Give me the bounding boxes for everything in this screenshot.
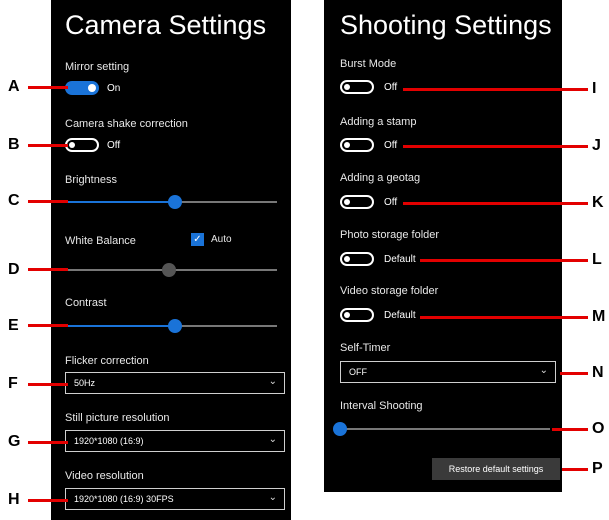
shooting-settings-panel: Shooting Settings Burst Mode Off Adding … bbox=[324, 0, 562, 492]
callout-line-c bbox=[28, 200, 68, 203]
chevron-down-icon: ⌄ bbox=[268, 492, 277, 503]
flicker-correction-dropdown[interactable]: 50Hz ⌄ bbox=[65, 372, 285, 394]
callout-letter-l: L bbox=[592, 251, 602, 268]
toggle-knob bbox=[69, 142, 75, 148]
contrast-slider-thumb[interactable] bbox=[168, 319, 183, 333]
callout-line-p bbox=[562, 468, 588, 471]
brightness-slider[interactable] bbox=[65, 195, 277, 209]
callout-letter-m: M bbox=[592, 308, 606, 325]
callout-letter-d: D bbox=[8, 261, 20, 278]
restore-default-settings-button[interactable]: Restore default settings bbox=[432, 458, 560, 480]
burst-mode-state: Off bbox=[384, 82, 398, 93]
video-resolution-label: Video resolution bbox=[65, 470, 144, 482]
callout-letter-i: I bbox=[592, 80, 597, 97]
self-timer-dropdown[interactable]: OFF ⌄ bbox=[340, 361, 556, 383]
chevron-down-icon: ⌄ bbox=[268, 434, 277, 445]
callout-line-m bbox=[420, 316, 588, 319]
chevron-down-icon: ⌄ bbox=[539, 365, 548, 376]
mirror-setting-toggle[interactable] bbox=[65, 81, 99, 95]
callout-line-b bbox=[28, 144, 68, 147]
camera-shake-state: Off bbox=[107, 140, 121, 151]
callout-letter-c: C bbox=[8, 192, 20, 209]
video-storage-folder-state: Default bbox=[384, 310, 416, 321]
checkmark-icon: ✓ bbox=[193, 234, 202, 245]
brightness-label: Brightness bbox=[65, 174, 117, 186]
callout-letter-k: K bbox=[592, 194, 604, 211]
callout-line-a bbox=[28, 86, 68, 89]
video-storage-folder-label: Video storage folder bbox=[340, 285, 439, 297]
callout-line-e bbox=[28, 324, 68, 327]
callout-line-f bbox=[28, 383, 68, 386]
callout-letter-n: N bbox=[592, 364, 604, 381]
still-resolution-label: Still picture resolution bbox=[65, 412, 170, 424]
interval-shooting-label: Interval Shooting bbox=[340, 400, 423, 412]
contrast-label: Contrast bbox=[65, 297, 107, 309]
white-balance-slider-thumb bbox=[161, 263, 176, 277]
adding-stamp-toggle[interactable] bbox=[340, 138, 374, 152]
white-balance-auto-label: Auto bbox=[211, 234, 232, 245]
photo-storage-folder-state: Default bbox=[384, 254, 416, 265]
adding-stamp-state: Off bbox=[384, 140, 398, 151]
callout-letter-f: F bbox=[8, 375, 18, 392]
contrast-slider[interactable] bbox=[65, 319, 277, 333]
video-storage-folder-toggle[interactable] bbox=[340, 308, 374, 322]
adding-geotag-toggle[interactable] bbox=[340, 195, 374, 209]
callout-letter-h: H bbox=[8, 491, 20, 508]
still-resolution-dropdown[interactable]: 1920*1080 (16:9) ⌄ bbox=[65, 430, 285, 452]
still-resolution-value: 1920*1080 (16:9) bbox=[74, 436, 144, 446]
callout-line-h bbox=[28, 499, 68, 502]
camera-settings-title: Camera Settings bbox=[65, 10, 267, 40]
interval-shooting-slider-thumb[interactable] bbox=[333, 422, 347, 436]
callout-line-n bbox=[560, 372, 588, 375]
camera-shake-label: Camera shake correction bbox=[65, 118, 188, 130]
video-resolution-value: 1920*1080 (16:9) 30FPS bbox=[74, 494, 174, 504]
callout-line-l bbox=[420, 259, 588, 262]
mirror-setting-label: Mirror setting bbox=[65, 61, 130, 73]
callout-letter-a: A bbox=[8, 78, 20, 95]
toggle-knob bbox=[344, 312, 350, 318]
toggle-knob bbox=[344, 84, 350, 90]
chevron-down-icon: ⌄ bbox=[268, 376, 277, 387]
callout-letter-g: G bbox=[8, 433, 21, 450]
callout-letter-b: B bbox=[8, 136, 20, 153]
photo-storage-folder-toggle[interactable] bbox=[340, 252, 374, 266]
callout-letter-p: P bbox=[592, 460, 603, 477]
burst-mode-label: Burst Mode bbox=[340, 58, 397, 70]
white-balance-label: White Balance bbox=[65, 235, 136, 247]
callout-letter-j: J bbox=[592, 137, 601, 154]
camera-shake-toggle[interactable] bbox=[65, 138, 99, 152]
brightness-slider-thumb[interactable] bbox=[168, 195, 183, 209]
callout-line-i bbox=[403, 88, 588, 91]
burst-mode-toggle[interactable] bbox=[340, 80, 374, 94]
adding-stamp-label: Adding a stamp bbox=[340, 116, 417, 128]
toggle-knob bbox=[88, 84, 96, 92]
toggle-knob bbox=[344, 199, 350, 205]
callout-letter-e: E bbox=[8, 317, 19, 334]
adding-geotag-state: Off bbox=[384, 197, 398, 208]
toggle-knob bbox=[344, 142, 350, 148]
interval-shooting-slider[interactable] bbox=[333, 422, 550, 436]
white-balance-auto-checkbox[interactable]: ✓ bbox=[191, 233, 204, 246]
mirror-setting-state: On bbox=[107, 83, 121, 94]
callout-line-o bbox=[552, 428, 588, 431]
flicker-correction-value: 50Hz bbox=[74, 378, 96, 388]
brightness-slider-fill bbox=[65, 201, 176, 203]
self-timer-value: OFF bbox=[349, 367, 367, 377]
video-resolution-dropdown[interactable]: 1920*1080 (16:9) 30FPS ⌄ bbox=[65, 488, 285, 510]
flicker-correction-label: Flicker correction bbox=[65, 355, 149, 367]
callout-line-k bbox=[403, 202, 588, 205]
callout-line-g bbox=[28, 441, 68, 444]
photo-storage-folder-label: Photo storage folder bbox=[340, 229, 440, 241]
adding-geotag-label: Adding a geotag bbox=[340, 172, 421, 184]
callout-letter-o: O bbox=[592, 420, 605, 437]
shooting-settings-title: Shooting Settings bbox=[340, 10, 552, 40]
contrast-slider-fill bbox=[65, 325, 176, 327]
camera-settings-panel: Camera Settings Mirror setting On Camera… bbox=[51, 0, 291, 520]
callout-line-j bbox=[403, 145, 588, 148]
self-timer-label: Self-Timer bbox=[340, 342, 391, 354]
callout-line-d bbox=[28, 268, 68, 271]
toggle-knob bbox=[344, 256, 350, 262]
white-balance-slider bbox=[65, 263, 277, 277]
